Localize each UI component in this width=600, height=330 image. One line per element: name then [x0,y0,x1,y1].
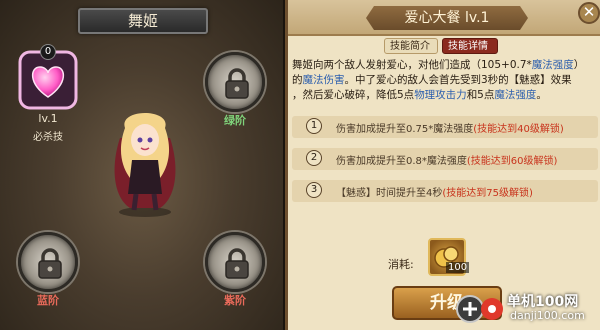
green-skill-slot[interactable]: 绿阶 [205,52,265,127]
desc-text: ，然后爱心破碎，降低5点 [292,89,415,101]
purple-skill-slot[interactable]: 紫阶 [205,232,265,307]
desc-keyword: 魔法强度 [494,89,537,101]
lock-icon [38,248,62,279]
tier-number: 3 [306,182,322,198]
tier-number: 1 [306,118,322,134]
material-count: 100 [446,262,470,273]
skill-title: 爱心大餐 lv.1 [366,6,528,30]
tier-text: 伤害加成提升至0.75*魔法强度(技能达到40级解锁) [336,120,564,135]
close-button[interactable]: ✕ [578,2,600,24]
purple-slot-label: 紫阶 [224,294,246,307]
tier-effect: 【魅惑】时间提升至4秒 [336,188,443,199]
panel-header: 爱心大餐 lv.1 ✕ [288,0,600,36]
tier-text: 伤害加成提升至0.8*魔法强度(技能达到60级解锁) [336,152,557,167]
green-slot-label: 绿阶 [224,114,246,127]
tier-unlock-condition: (技能达到60级解锁) [466,156,558,167]
watermark-text-en: danji100.com [510,309,585,322]
desc-text: 舞姬向两个敌人发射爱心，对他们造成（105+0.7* [292,59,532,71]
desc-keyword: 魔法伤害 [302,74,345,86]
tier-effect: 伤害加成提升至0.8*魔法强度 [336,156,467,167]
hero-name: 舞姬 [78,8,208,34]
desc-keyword: 物理攻击力 [414,89,467,101]
slot-ring [18,232,78,292]
watermark: 单机100网 danji100.com [455,290,600,330]
tier-unlock-condition: (技能达到75级解锁) [442,188,533,199]
ultimate-level: lv.1 [38,112,58,125]
desc-text: 。 [536,89,547,101]
slot-ring [205,232,265,292]
desc-text: 。中了爱心的敌人会首先受到3秒的【魅惑】效果 [344,74,572,86]
skill-description: 舞姬向两个敌人发射爱心，对他们造成（105+0.7*魔法强度） 的魔法伤害。中了… [292,58,598,103]
slot-ring [205,52,265,112]
cost-label: 消耗: [388,258,414,271]
tab-skill-intro[interactable]: 技能简介 [384,38,438,54]
tier-number: 2 [306,150,322,166]
desc-text: 的 [292,74,303,86]
skill-screen: 舞姬 0 lv.1 必杀技 绿阶 蓝阶 紫阶 爱心大餐 lv.1 ✕ 技能简介 … [0,0,600,330]
ultimate-caption: 必杀技 [33,132,63,143]
ultimate-skill-slot[interactable]: 0 [18,44,78,110]
tier-effect: 伤害加成提升至0.75*魔法强度 [336,124,474,135]
upgrade-tier-2: 2 伤害加成提升至0.8*魔法强度(技能达到60级解锁) [292,148,598,170]
desc-text: 和5点 [466,89,495,101]
watermark-logo-icon [456,295,503,323]
upgrade-tier-1: 1 伤害加成提升至0.75*魔法强度(技能达到40级解锁) [292,116,598,138]
blue-slot-label: 蓝阶 [37,294,59,307]
tab-skill-details[interactable]: 技能详情 [442,38,498,54]
upgrade-tier-3: 3 【魅惑】时间提升至4秒(技能达到75级解锁) [292,180,598,202]
lock-icon [225,68,249,99]
ultimate-count-badge: 0 [40,44,56,60]
desc-keyword: 魔法强度 [531,59,574,71]
lock-icon [225,248,249,279]
tier-text: 【魅惑】时间提升至4秒(技能达到75级解锁) [336,184,533,199]
desc-text: ） [573,59,585,71]
hero-character-image [114,113,176,217]
blue-skill-slot[interactable]: 蓝阶 [18,232,78,307]
skill-detail-panel: 爱心大餐 lv.1 ✕ 技能简介 技能详情 舞姬向两个敌人发射爱心，对他们造成（… [285,0,600,330]
hero-panel: 舞姬 0 lv.1 必杀技 绿阶 蓝阶 紫阶 [0,0,285,330]
watermark-text-cn: 单机100网 [507,294,579,310]
tier-unlock-condition: (技能达到40级解锁) [473,124,564,135]
